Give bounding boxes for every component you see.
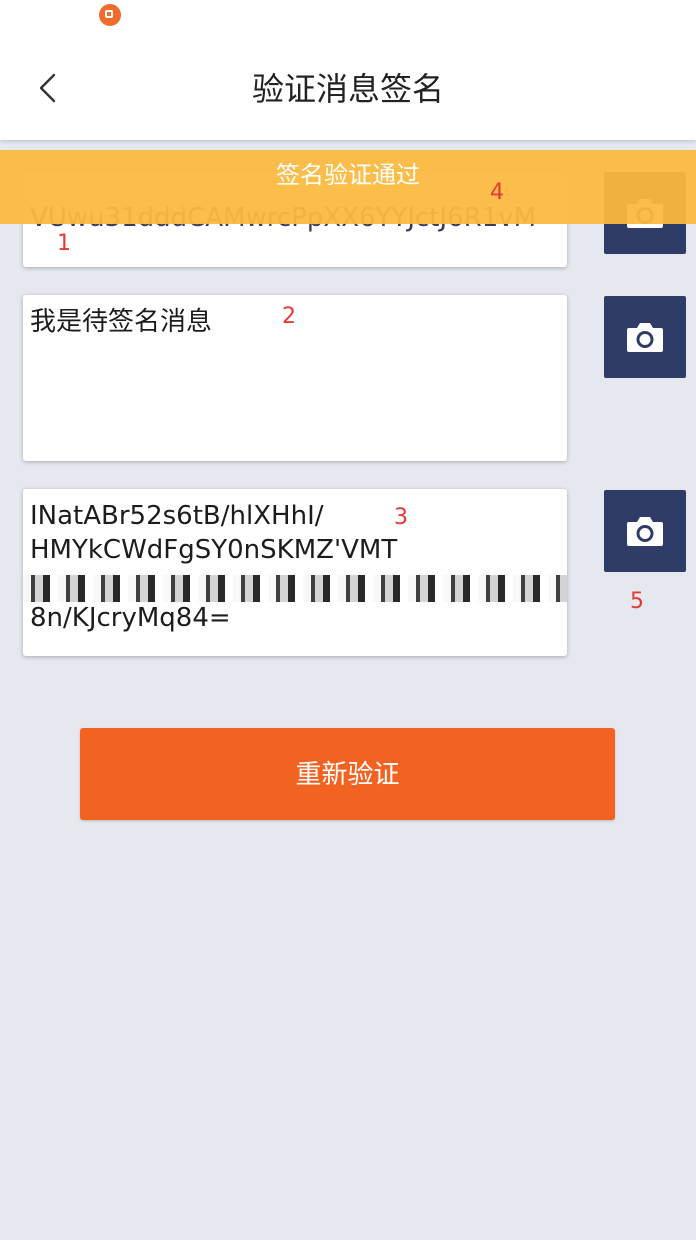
- signature-field[interactable]: INatABr52s6tB/hlXHhI/ HMYkCWdFgSY0nSKMZ'…: [23, 489, 567, 656]
- navigation-bar: 验证消息签名: [0, 40, 696, 140]
- signature-field-value: INatABr52s6tB/hlXHhI/ HMYkCWdFgSY0nSKMZ'…: [30, 501, 398, 633]
- success-toast: 签名验证通过: [0, 150, 696, 224]
- camera-icon: [627, 517, 663, 546]
- toast-message: 签名验证通过: [276, 161, 420, 189]
- annotation-marker-1: 1: [57, 231, 71, 256]
- annotation-marker-2: 2: [282, 304, 296, 329]
- redaction-mask: [23, 575, 567, 602]
- back-button[interactable]: [24, 62, 74, 114]
- chevron-left-icon: [39, 73, 56, 103]
- annotation-marker-5: 5: [630, 589, 644, 614]
- reverify-button[interactable]: 重新验证: [80, 728, 615, 820]
- scan-message-button[interactable]: [604, 296, 686, 378]
- annotation-marker-4: 4: [490, 180, 504, 205]
- page-title: 验证消息签名: [251, 70, 444, 108]
- scan-signature-button[interactable]: [604, 490, 686, 572]
- status-bar: [0, 0, 696, 40]
- notification-app-icon: [99, 4, 121, 26]
- annotation-marker-3: 3: [394, 505, 408, 530]
- camera-icon: [627, 323, 663, 352]
